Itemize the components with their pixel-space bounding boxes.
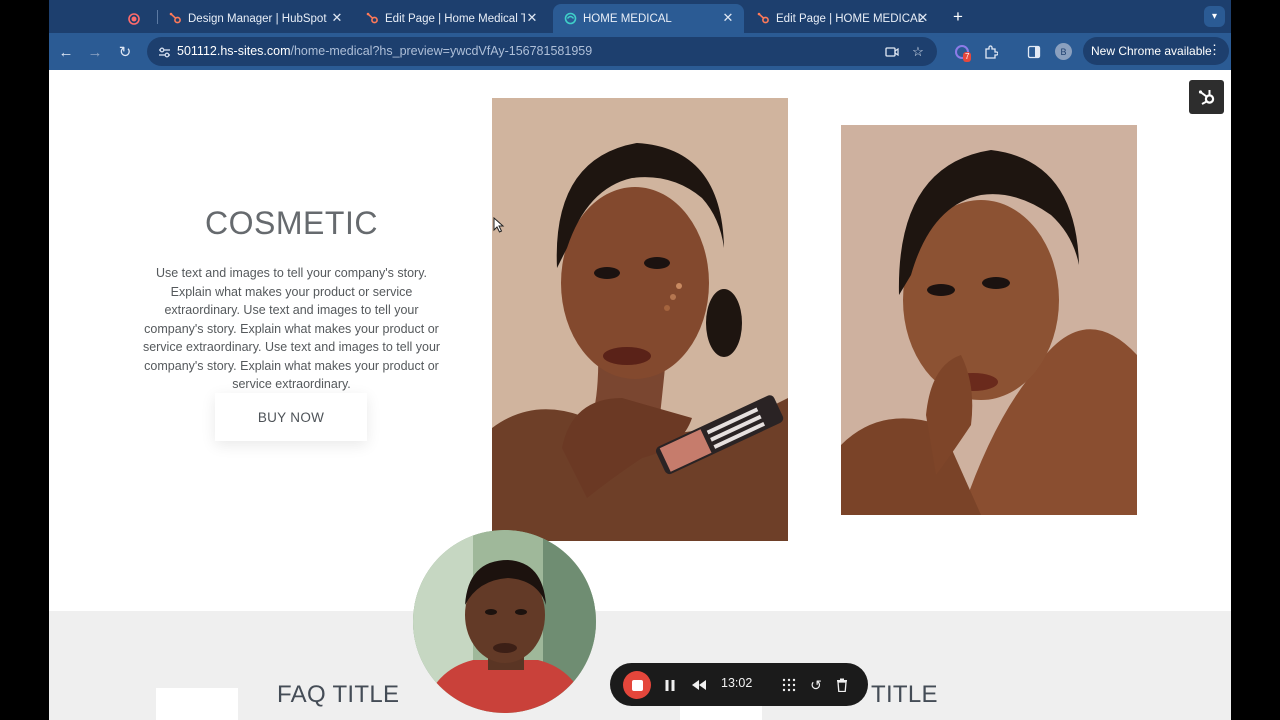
close-icon[interactable]: ✕ <box>329 10 345 26</box>
screen: Design Manager | HubSpot ✕ Edit Page | H… <box>0 0 1280 720</box>
page-viewport: COSMETIC Use text and images to tell you… <box>49 70 1231 720</box>
tab-search-button[interactable]: ▾ <box>1204 6 1225 27</box>
rewind-icon <box>692 680 706 690</box>
extension-badge: 7 <box>963 52 972 62</box>
stop-recording-button[interactable] <box>623 671 651 699</box>
chevron-down-icon: ▾ <box>1211 11 1218 22</box>
faq-image <box>156 688 238 720</box>
forward-button[interactable]: → <box>84 41 106 63</box>
pause-button[interactable] <box>660 675 680 695</box>
mouse-cursor-icon <box>493 217 505 233</box>
back-button[interactable]: ← <box>55 41 77 63</box>
url-host: 501112.hs-sites.com <box>177 44 291 58</box>
address-bar[interactable]: 501112.hs-sites.com/home-medical?hs_prev… <box>147 37 937 66</box>
update-label: New Chrome available <box>1091 44 1212 58</box>
trash-icon <box>837 678 847 692</box>
extension-icon[interactable]: 7 <box>952 42 972 62</box>
delete-button[interactable] <box>832 675 852 695</box>
tab-recording[interactable] <box>127 4 153 33</box>
url-path: /home-medical?hs_preview=ywcdVfAy-156781… <box>290 44 593 58</box>
back-arrow-icon: ← <box>58 43 74 61</box>
pause-icon <box>665 679 675 691</box>
tab-title: Edit Page | HOME MEDICAL <box>776 12 925 25</box>
close-icon[interactable]: ✕ <box>524 10 540 26</box>
close-icon[interactable]: ✕ <box>915 10 931 26</box>
hubspot-icon <box>756 12 770 26</box>
more-menu-icon[interactable]: ⋮ <box>1208 42 1221 58</box>
reload-icon: ↻ <box>118 44 132 61</box>
model-portrait-photo <box>841 125 1137 515</box>
tab-design-manager[interactable]: Design Manager | HubSpot ✕ <box>168 4 353 33</box>
new-chrome-available-button[interactable]: New Chrome available ⋮ <box>1083 37 1229 65</box>
profile-avatar[interactable]: B <box>1055 43 1072 60</box>
tab-separator <box>157 10 158 24</box>
tab-title: Design Manager | HubSpot <box>188 12 327 25</box>
section-title: COSMETIC <box>205 205 378 241</box>
url-text[interactable]: 501112.hs-sites.com/home-medical?hs_prev… <box>177 44 592 58</box>
tab-title: HOME MEDICAL <box>583 12 672 25</box>
hubspot-sprocket-button[interactable] <box>1189 80 1224 114</box>
cosmetic-model-photo <box>492 98 788 541</box>
faq-title: TITLE <box>871 681 938 708</box>
buy-now-button[interactable]: BUY NOW <box>215 393 367 441</box>
site-settings-icon[interactable] <box>155 43 173 61</box>
browser-toolbar: ← → ↻ 501112.hs-sites.com/home-medical?h… <box>49 33 1231 70</box>
faq-title: FAQ TITLE <box>277 681 400 708</box>
tab-home-medical[interactable]: HOME MEDICAL ✕ <box>553 4 744 33</box>
hubspot-icon <box>168 12 182 26</box>
side-panel-icon[interactable] <box>1024 42 1044 62</box>
tab-edit-page-home-medical-test[interactable]: Edit Page | Home Medical Tes ✕ <box>365 4 548 33</box>
hubspot-sprocket-icon <box>1198 90 1214 105</box>
recording-timer: 13:02 <box>721 676 753 690</box>
restart-icon: ↺ <box>810 676 822 693</box>
recorder-controls: 13:02 ↺ <box>610 663 868 706</box>
site-icon <box>563 12 577 26</box>
bookmark-star-icon[interactable]: ☆ <box>909 43 927 61</box>
webcam-overlay[interactable] <box>413 530 596 713</box>
new-tab-button[interactable]: + <box>949 7 967 27</box>
reload-button[interactable]: ↻ <box>114 41 136 63</box>
grid-button[interactable] <box>779 675 799 695</box>
grid-dots-icon <box>782 678 796 692</box>
cast-icon[interactable] <box>883 43 901 61</box>
close-icon[interactable]: ✕ <box>720 10 736 26</box>
hubspot-icon <box>365 12 379 26</box>
stop-icon <box>631 679 643 691</box>
extensions-puzzle-icon[interactable] <box>980 42 1000 62</box>
section-body-text: Use text and images to tell your company… <box>142 266 441 391</box>
tab-title: Edit Page | Home Medical Tes <box>385 12 525 25</box>
forward-arrow-icon: → <box>87 43 103 61</box>
rewind-button[interactable] <box>689 675 709 695</box>
tab-edit-page-home-medical[interactable]: Edit Page | HOME MEDICAL ✕ <box>756 4 939 33</box>
tab-strip: Design Manager | HubSpot ✕ Edit Page | H… <box>49 0 1231 33</box>
restart-button[interactable]: ↺ <box>806 675 826 695</box>
record-icon <box>127 12 141 26</box>
